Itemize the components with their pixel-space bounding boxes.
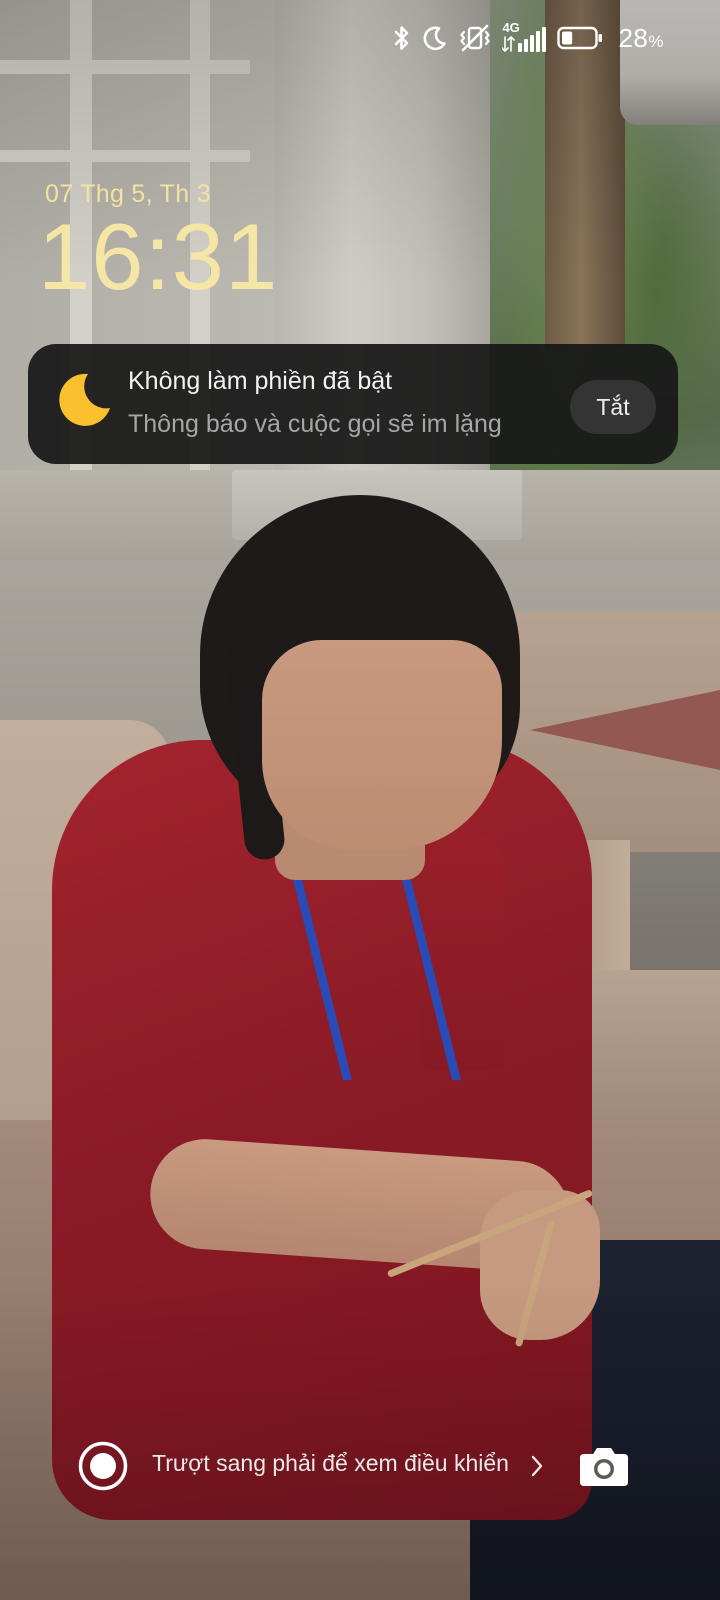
status-bar: 4G 28% — [393, 18, 664, 58]
moon-icon — [422, 25, 448, 51]
dnd-notification-banner[interactable]: Không làm phiền đã bật Thông báo và cuộc… — [28, 344, 678, 464]
turn-off-dnd-button[interactable]: Tắt — [570, 380, 656, 434]
moon-icon — [50, 366, 116, 432]
swipe-hint-text: Trượt sang phải để xem điều khiển — [152, 1450, 509, 1476]
battery-icon — [557, 26, 603, 50]
bluetooth-icon — [393, 24, 411, 52]
camera-icon[interactable] — [578, 1444, 630, 1488]
battery-level-fill — [562, 31, 573, 45]
dnd-title: Không làm phiền đã bật — [128, 367, 393, 395]
record-icon[interactable] — [78, 1441, 128, 1491]
battery-percentage: 28% — [618, 22, 664, 53]
signal-icon: 4G — [502, 20, 547, 53]
chevron-right-icon — [530, 1454, 544, 1478]
dnd-subtitle: Thông báo và cuộc gọi sẽ im lặng — [128, 410, 502, 438]
lock-clock[interactable]: 16:31 — [38, 205, 278, 309]
lock-screen: 4G 28% 07 Thg 5, Th 3 16:31 Không làm ph… — [0, 0, 720, 1600]
vibrate-off-icon — [459, 24, 491, 52]
